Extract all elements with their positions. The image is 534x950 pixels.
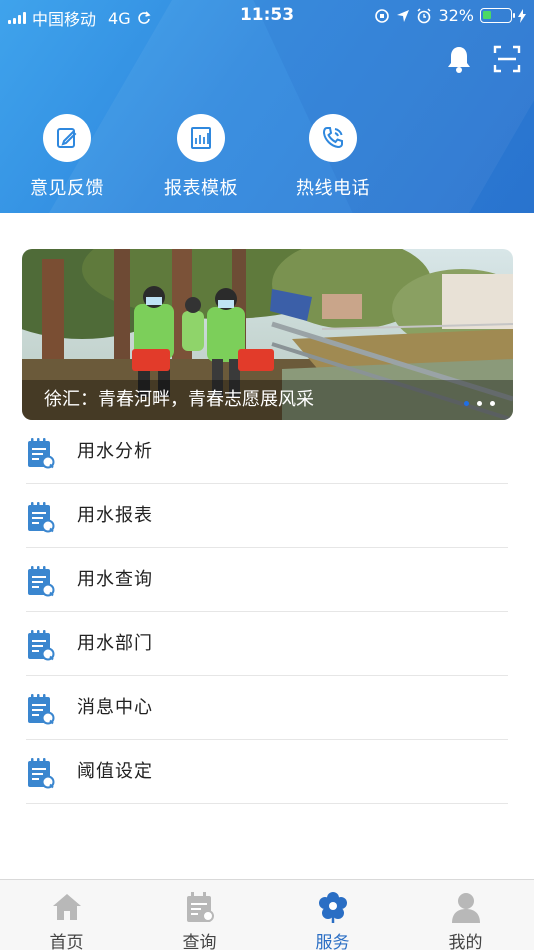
notepad-search-icon [26, 437, 56, 469]
carousel-dot[interactable] [490, 401, 495, 406]
menu-item[interactable]: 用水查询 [0, 548, 534, 612]
notepad-search-icon [26, 565, 56, 597]
quick-action-feedback[interactable]: 意见反馈 [12, 114, 122, 200]
header: 中国移动 4G 11:53 32% 意见反馈 报表模板 热线电话 [0, 0, 534, 213]
tab-service[interactable]: 服务 [266, 880, 399, 950]
home-icon [52, 894, 81, 920]
tab-mine[interactable]: 我的 [399, 880, 532, 950]
tab-label: 服务 [315, 933, 350, 950]
quick-action-label: 报表模板 [164, 178, 238, 199]
calendar-search-icon [186, 892, 214, 922]
status-bar: 中国移动 4G 11:53 32% [0, 0, 534, 32]
quick-action-report-template[interactable]: 报表模板 [146, 114, 256, 200]
quick-actions: 意见反馈 报表模板 热线电话 [0, 114, 534, 204]
notepad-search-icon [26, 629, 56, 661]
person-icon [451, 893, 480, 923]
menu-item[interactable]: 用水报表 [0, 484, 534, 548]
notepad-search-icon [26, 757, 56, 789]
menu-item-label: 消息中心 [77, 697, 153, 718]
menu-item-label: 用水分析 [77, 441, 153, 462]
service-menu-list: 用水分析用水报表用水查询用水部门消息中心阈值设定 [0, 420, 534, 804]
alarm-icon [417, 7, 431, 23]
quick-action-hotline[interactable]: 热线电话 [278, 114, 388, 200]
quick-action-label: 意见反馈 [30, 178, 104, 199]
scan-icon[interactable] [492, 44, 522, 74]
feedback-edit-icon [57, 128, 77, 148]
carousel-indicator [464, 401, 495, 406]
menu-item[interactable]: 阈值设定 [0, 740, 534, 804]
flower-icon [318, 892, 347, 923]
phone-icon [322, 127, 343, 149]
battery-percent: 32% [438, 6, 474, 25]
tab-bar: 首页 查询 服务 我的 [0, 879, 534, 950]
notepad-search-icon [26, 501, 56, 533]
menu-item-label: 用水部门 [77, 633, 153, 654]
location-icon [397, 9, 410, 22]
menu-item-label: 用水报表 [77, 505, 153, 526]
battery-icon [480, 8, 515, 23]
menu-item-label: 用水查询 [77, 569, 153, 590]
menu-item[interactable]: 消息中心 [0, 676, 534, 740]
menu-item-label: 阈值设定 [77, 761, 153, 782]
tab-label: 我的 [448, 933, 483, 950]
tab-label: 查询 [182, 933, 217, 950]
divider [26, 803, 508, 804]
tab-query[interactable]: 查询 [133, 880, 266, 950]
banner-caption: 徐汇：青春河畔，青春志愿展风采 [22, 380, 513, 420]
tab-label: 首页 [49, 933, 84, 950]
notepad-search-icon [26, 693, 56, 725]
rotation-lock-icon [375, 8, 390, 23]
menu-item[interactable]: 用水分析 [0, 420, 534, 484]
tab-home[interactable]: 首页 [0, 880, 133, 950]
carousel-dot[interactable] [477, 401, 482, 406]
charging-icon [518, 8, 526, 23]
bell-icon[interactable] [444, 44, 474, 74]
banner-carousel[interactable]: 徐汇：青春河畔，青春志愿展风采 [22, 249, 513, 420]
carousel-dot[interactable] [464, 401, 469, 406]
quick-action-label: 热线电话 [296, 178, 370, 199]
report-chart-icon [191, 127, 211, 149]
menu-item[interactable]: 用水部门 [0, 612, 534, 676]
